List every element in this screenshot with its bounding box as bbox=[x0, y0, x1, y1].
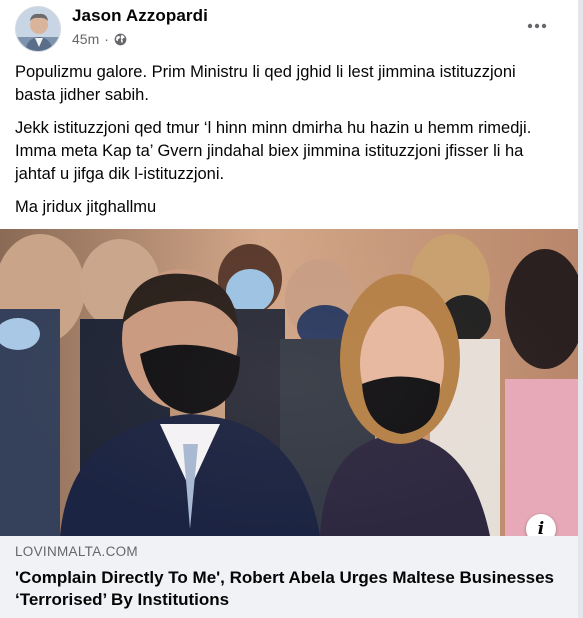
link-preview-image[interactable] bbox=[0, 229, 583, 536]
more-options-icon[interactable] bbox=[523, 14, 551, 38]
facebook-post-card: Jason Azzopardi 45m · Populizmu galore. … bbox=[0, 0, 583, 618]
link-preview[interactable]: LOVINMALTA.COM 'Complain Directly To Me'… bbox=[0, 536, 583, 618]
link-domain: LOVINMALTA.COM bbox=[15, 544, 138, 559]
card-edge bbox=[578, 0, 583, 618]
post-timestamp[interactable]: 45m bbox=[72, 31, 99, 47]
post-paragraph: Ma jridux jitghallmu bbox=[15, 198, 157, 216]
globe-icon[interactable] bbox=[114, 33, 127, 46]
news-photo bbox=[0, 229, 583, 536]
meta-separator: · bbox=[104, 31, 109, 47]
post-paragraph: Populizmu galore. Prim Ministru li qed j… bbox=[15, 63, 516, 104]
link-headline[interactable]: 'Complain Directly To Me', Robert Abela … bbox=[15, 567, 570, 611]
post-meta: 45m · bbox=[72, 31, 127, 47]
author-name[interactable]: Jason Azzopardi bbox=[72, 6, 208, 26]
post-header: Jason Azzopardi 45m · bbox=[0, 0, 583, 60]
post-text: Populizmu galore. Prim Ministru li qed j… bbox=[15, 61, 560, 229]
post-paragraph: Jekk istituzzjoni qed tmur ‘l hinn minn … bbox=[15, 119, 532, 183]
author-avatar[interactable] bbox=[15, 6, 61, 52]
